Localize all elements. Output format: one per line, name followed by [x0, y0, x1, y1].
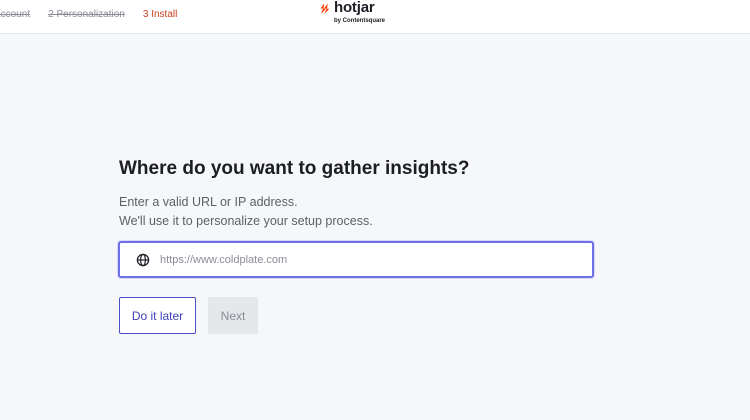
description-line-1: Enter a valid URL or IP address. — [119, 195, 298, 209]
hotjar-logo: hotjar by Contentsquare — [319, 0, 399, 30]
description-line-2: We'll use it to personalize your setup p… — [119, 214, 373, 228]
step-account[interactable]: Account — [0, 9, 30, 20]
step-personalization[interactable]: 2 Personalization — [48, 9, 125, 20]
url-field[interactable] — [118, 241, 594, 278]
logo-subtitle: by Contentsquare — [334, 18, 386, 24]
logo-wordmark: hotjar — [334, 0, 375, 16]
page-title: Where do you want to gather insights? — [119, 158, 470, 179]
top-bar: Account 2 Personalization 3 Install hotj… — [0, 0, 750, 34]
step-install: 3 Install — [142, 9, 178, 20]
globe-icon — [136, 253, 150, 267]
do-it-later-button[interactable]: Do it later — [119, 297, 196, 334]
next-button[interactable]: Next — [208, 297, 258, 334]
url-input[interactable] — [160, 243, 580, 276]
hotjar-flame-icon — [320, 3, 330, 14]
setup-steps: Account 2 Personalization 3 Install — [0, 9, 177, 20]
page-description: Enter a valid URL or IP address. We'll u… — [119, 193, 373, 231]
